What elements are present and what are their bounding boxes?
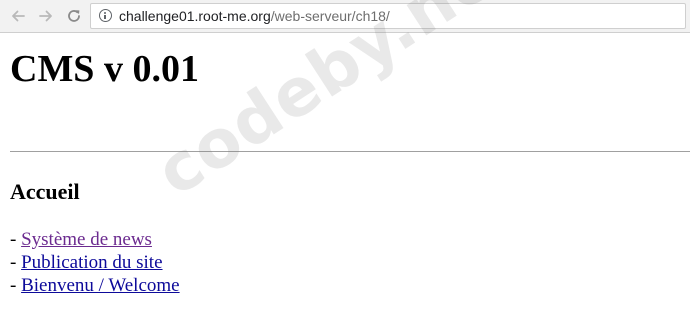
link-prefix: - — [10, 252, 22, 273]
url-path: /web-serveur/ch18/ — [270, 8, 390, 24]
list-item: - Bienvenu / Welcome — [10, 274, 180, 297]
section-heading: Accueil — [10, 179, 80, 204]
page-content: CMS v 0.01 Accueil - Système de news - P… — [0, 33, 690, 326]
link-site-publication[interactable]: Publication du site — [21, 252, 162, 273]
back-arrow-glyph — [12, 10, 25, 22]
page-title: CMS v 0.01 — [10, 48, 199, 90]
url-host: challenge01.root-me.org — [119, 8, 271, 24]
browser-toolbar: challenge01.root-me.org/web-serveur/ch18… — [0, 0, 690, 33]
horizontal-rule — [10, 151, 690, 152]
reload-icon[interactable] — [64, 6, 84, 26]
info-icon[interactable] — [99, 9, 112, 22]
link-prefix: - — [10, 275, 22, 296]
list-item: - Publication du site — [10, 251, 180, 274]
link-welcome[interactable]: Bienvenu / Welcome — [21, 275, 180, 296]
back-arrow-icon[interactable] — [8, 6, 28, 26]
nav-link-list: - Système de news - Publication du site … — [10, 228, 180, 297]
link-news-system[interactable]: Système de news — [21, 229, 152, 250]
list-item: - Système de news — [10, 228, 180, 251]
forward-arrow-icon[interactable] — [36, 6, 56, 26]
link-prefix: - — [10, 229, 22, 250]
address-bar[interactable]: challenge01.root-me.org/web-serveur/ch18… — [90, 3, 686, 29]
forward-arrow-glyph — [39, 10, 52, 22]
address-bar-url[interactable]: challenge01.root-me.org/web-serveur/ch18… — [119, 4, 390, 28]
reload-glyph — [68, 10, 80, 22]
